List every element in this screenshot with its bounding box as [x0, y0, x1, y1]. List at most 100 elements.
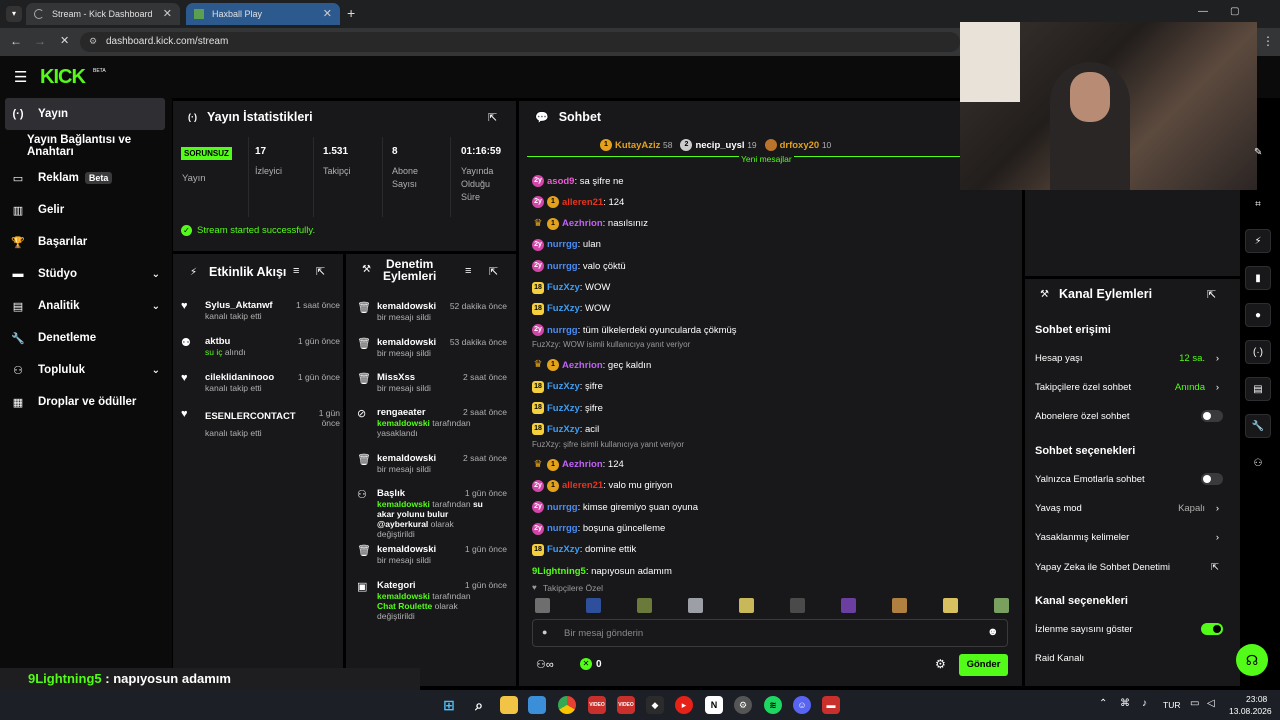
chat-message[interactable]: ♛ 1 Aezhrion: geç kaldın: [532, 358, 651, 372]
users-infinity-icon[interactable]: ⚇∞: [536, 658, 554, 671]
emote-thumbnail[interactable]: [637, 598, 652, 613]
emote-thumbnail[interactable]: [790, 598, 805, 613]
url-bar[interactable]: ⚙ dashboard.kick.com/stream: [80, 32, 960, 52]
discord-icon[interactable]: ☺: [793, 696, 811, 714]
sidebar-item-basarilar[interactable]: 🏆 Başarılar: [10, 232, 170, 252]
rail-chat-icon[interactable]: ●: [1245, 303, 1271, 327]
maximize-icon[interactable]: ▢: [1230, 6, 1239, 17]
rail-stats-icon[interactable]: ▮: [1245, 266, 1271, 290]
chat-username[interactable]: FuzXzy: [547, 424, 580, 435]
browser-menu-icon[interactable]: ⋮: [1262, 34, 1274, 48]
chat-username[interactable]: 9Lightning5: [532, 566, 586, 577]
emotes-only-toggle[interactable]: [1201, 473, 1223, 485]
chat-username[interactable]: FuzXzy: [547, 282, 580, 293]
chat-message[interactable]: 18 FuzXzy: domine ettik: [532, 543, 636, 557]
row-ai-moderation[interactable]: Yapay Zeka ile Sohbet Denetimi ⇱: [1035, 559, 1225, 575]
stop-icon[interactable]: ✕: [60, 34, 69, 47]
emote-thumbnail[interactable]: [841, 598, 856, 613]
tab-list-icon[interactable]: ▾: [6, 6, 22, 22]
subs-only-toggle[interactable]: [1201, 410, 1223, 422]
rail-crop-icon[interactable]: ⌗: [1245, 192, 1271, 216]
minimize-icon[interactable]: —: [1198, 6, 1208, 17]
tray-display-icon[interactable]: ▭: [1190, 698, 1199, 709]
kick-logo[interactable]: KICK: [40, 66, 86, 89]
chat-username[interactable]: FuzXzy: [547, 381, 580, 392]
windows-start-icon[interactable]: ⊞: [440, 696, 458, 714]
chat-username[interactable]: nurrgg: [547, 325, 578, 336]
app-icon[interactable]: ▬: [822, 696, 840, 714]
chat-username[interactable]: nurrgg: [547, 261, 578, 272]
emote-thumbnail[interactable]: [994, 598, 1009, 613]
emote-thumbnail[interactable]: [943, 598, 958, 613]
chat-username[interactable]: FuzXzy: [547, 303, 580, 314]
chat-username[interactable]: nurrgg: [547, 523, 578, 534]
sidebar-item-studyo[interactable]: ▬ Stüdyo ⌄: [10, 264, 170, 284]
chat-message[interactable]: 2y 1 alleren21: 124: [532, 195, 624, 209]
rail-bolt-icon[interactable]: ⚡: [1245, 229, 1271, 253]
youtube-icon[interactable]: ▸: [675, 696, 693, 714]
chat-message[interactable]: 2y nurrgg: boşuna güncelleme: [532, 522, 665, 536]
chat-username[interactable]: Aezhrion: [562, 218, 603, 229]
row-banned-words[interactable]: Yasaklanmış kelimeler ›: [1035, 529, 1225, 545]
popout-icon[interactable]: ⇱: [488, 111, 497, 124]
chat-username[interactable]: alleren21: [562, 197, 603, 208]
filter-icon[interactable]: ≡: [293, 265, 299, 277]
rail-list-icon[interactable]: ▤: [1245, 377, 1271, 401]
spotify-icon[interactable]: ≋: [764, 696, 782, 714]
app-icon[interactable]: ⚙: [734, 696, 752, 714]
emote-thumbnail[interactable]: [892, 598, 907, 613]
tray-volume-icon[interactable]: ◁: [1207, 698, 1215, 709]
chat-settings-icon[interactable]: ⚙: [935, 657, 946, 671]
chat-message[interactable]: 2y nurrgg: valo çöktü: [532, 259, 626, 273]
sidebar-item-denetleme[interactable]: 🔧 Denetleme: [10, 328, 170, 348]
site-info-icon[interactable]: ⚙: [89, 36, 97, 47]
tray-mic-icon[interactable]: ♪: [1142, 698, 1147, 709]
chat-username[interactable]: nurrgg: [547, 239, 578, 250]
popout-icon[interactable]: ⇱: [316, 265, 325, 278]
rail-wrench-icon[interactable]: 🔧: [1245, 414, 1271, 438]
file-explorer-icon[interactable]: [500, 696, 518, 714]
sidebar-item-droplar[interactable]: ▦ Droplar ve ödüller: [10, 392, 170, 412]
show-views-toggle[interactable]: [1201, 623, 1223, 635]
back-icon[interactable]: ←: [10, 34, 22, 48]
menu-icon[interactable]: ☰: [14, 68, 27, 86]
chat-message[interactable]: 18 FuzXzy: acil: [532, 422, 599, 436]
close-tab-icon[interactable]: ✕: [323, 7, 332, 20]
photos-icon[interactable]: [528, 696, 546, 714]
sidebar-item-analitik[interactable]: ▤ Analitik ⌄: [10, 296, 170, 316]
notion-icon[interactable]: N: [705, 696, 723, 714]
tray-gamepad-icon[interactable]: ⌘: [1120, 698, 1130, 709]
search-icon[interactable]: ⌕: [470, 696, 488, 714]
chrome-icon[interactable]: [558, 696, 576, 714]
obs-icon[interactable]: ◆: [646, 696, 664, 714]
forward-icon[interactable]: →: [34, 34, 46, 48]
popout-icon[interactable]: ⇱: [1207, 288, 1216, 301]
app-icon[interactable]: VIDEO: [617, 696, 635, 714]
chat-message[interactable]: 2y nurrgg: tüm ülkelerdeki oyuncularda çö…: [532, 323, 737, 337]
sidebar-item-reklam[interactable]: ▭ Reklam Beta: [10, 168, 170, 188]
help-icon[interactable]: ☊: [1236, 644, 1268, 676]
row-slow-mode[interactable]: Yavaş mod Kapalı ›: [1035, 500, 1225, 516]
chat-message[interactable]: 18 FuzXzy: WOW: [532, 281, 610, 295]
rail-community-icon[interactable]: ⚇: [1245, 451, 1271, 475]
sidebar-item-gelir[interactable]: ▥ Gelir: [10, 200, 170, 220]
sidebar-item-yayin[interactable]: (·) Yayın: [10, 104, 170, 124]
tray-language[interactable]: TUR: [1163, 700, 1180, 710]
row-account-age[interactable]: Hesap yaşı 12 sa. ›: [1035, 350, 1225, 366]
tab-haxball[interactable]: Haxball Play ✕: [186, 3, 340, 25]
row-followers-only[interactable]: Takipçilere özel sohbet Anında ›: [1035, 379, 1225, 395]
emote-thumbnail[interactable]: [739, 598, 754, 613]
chat-message[interactable]: 2y nurrgg: kimse giremiyo şuan oyuna: [532, 500, 698, 514]
rail-edit-icon[interactable]: ✎: [1254, 147, 1262, 158]
chat-message[interactable]: 18 FuzXzy: WOW: [532, 302, 610, 316]
new-tab-icon[interactable]: +: [347, 5, 355, 21]
chat-message[interactable]: 18 FuzXzy: şifre: [532, 401, 603, 415]
row-raid[interactable]: Raid Kanalı: [1035, 650, 1225, 666]
filter-icon[interactable]: ≡: [465, 265, 471, 277]
chat-username[interactable]: FuzXzy: [547, 544, 580, 555]
emote-thumbnail[interactable]: [535, 598, 550, 613]
chat-message[interactable]: 2y nurrgg: ulan: [532, 238, 601, 252]
chat-message[interactable]: 9Lightning5: napıyosun adamım: [532, 564, 672, 578]
chat-username[interactable]: Aezhrion: [562, 459, 603, 470]
emote-thumbnail[interactable]: [586, 598, 601, 613]
